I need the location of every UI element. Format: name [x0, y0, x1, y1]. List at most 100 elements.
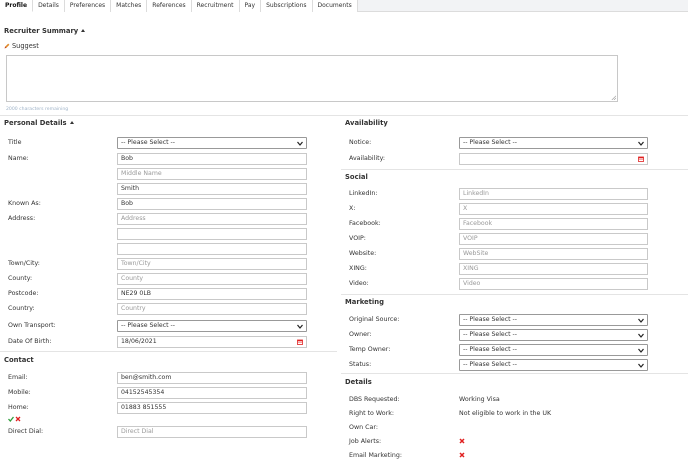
voip-label: VOIP: — [349, 235, 366, 242]
cross-icon[interactable] — [459, 452, 465, 458]
postcode-field[interactable]: NE29 0LB — [117, 288, 307, 300]
mobile-label: Mobile: — [8, 389, 31, 396]
personal-details-heading[interactable]: Personal Details — [4, 119, 74, 127]
pencil-icon — [4, 43, 10, 49]
facebook-field[interactable]: Facebook — [459, 218, 648, 230]
calendar-icon[interactable] — [297, 339, 303, 345]
address-line1-field[interactable]: Address — [117, 213, 307, 225]
temp-owner-label: Temp Owner: — [349, 346, 391, 353]
tab-preferences[interactable]: Preferences — [64, 0, 112, 12]
postcode-label: Postcode: — [8, 290, 39, 297]
known-as-field[interactable]: Bob — [117, 198, 307, 210]
dob-field[interactable]: 18/06/2021 — [117, 336, 307, 348]
address-line2-field[interactable] — [117, 228, 307, 240]
website-field[interactable]: WebSite — [459, 248, 648, 260]
close-icon[interactable] — [15, 416, 21, 422]
right-to-work-label: Right to Work: — [349, 410, 394, 417]
tab-documents[interactable]: Documents — [312, 0, 358, 12]
dob-label: Date Of Birth: — [8, 338, 52, 345]
own-transport-label: Own Transport: — [8, 322, 56, 329]
address-label: Address: — [8, 215, 36, 222]
voip-field[interactable]: VOIP — [459, 233, 648, 245]
tab-details[interactable]: Details — [33, 0, 65, 12]
direct-dial-label: Direct Dial: — [8, 428, 44, 435]
email-field[interactable]: ben@smith.com — [117, 372, 307, 384]
chevron-down-icon — [638, 348, 644, 353]
x-label: X: — [349, 205, 356, 212]
dbs-requested-label: DBS Requested: — [349, 396, 400, 403]
tab-references[interactable]: References — [147, 0, 192, 12]
last-name-field[interactable]: Smith — [117, 183, 307, 195]
status-select[interactable]: -- Please Select -- — [459, 359, 648, 371]
tab-recruitment[interactable]: Recruitment — [191, 0, 240, 12]
linkedin-label: LinkedIn: — [349, 190, 378, 197]
resize-handle-icon[interactable] — [611, 95, 616, 100]
linkedin-field[interactable]: LinkedIn — [459, 188, 648, 200]
country-label: Country: — [8, 305, 35, 312]
tab-profile[interactable]: Profile — [0, 0, 34, 12]
availability-label: Availability: — [349, 155, 385, 162]
chevron-down-icon — [297, 141, 303, 146]
contact-heading: Contact — [4, 356, 34, 364]
owner-select[interactable]: -- Please Select -- — [459, 329, 648, 341]
direct-dial-field[interactable]: Direct Dial — [117, 426, 307, 438]
original-source-select[interactable]: -- Please Select -- — [459, 314, 648, 326]
town-field[interactable]: Town/City — [117, 258, 307, 270]
email-marketing-label: Email Marketing: — [349, 452, 402, 459]
owner-label: Owner: — [349, 331, 372, 338]
tab-bar: Profile Details Preferences Matches Refe… — [0, 0, 688, 12]
status-label: Status: — [349, 361, 372, 368]
notice-label: Notice: — [349, 139, 372, 146]
county-field[interactable]: County — [117, 273, 307, 285]
tab-pay[interactable]: Pay — [239, 0, 262, 12]
divider — [341, 373, 688, 374]
xing-label: XING: — [349, 265, 367, 272]
social-heading: Social — [345, 173, 368, 181]
x-field[interactable]: X — [459, 203, 648, 215]
job-alerts-label: Job Alerts: — [349, 438, 382, 445]
town-label: Town/City: — [8, 260, 40, 267]
temp-owner-select[interactable]: -- Please Select -- — [459, 344, 648, 356]
video-field[interactable]: Video — [459, 278, 648, 290]
recruiter-summary-textarea[interactable] — [6, 55, 618, 102]
chars-remaining: 2000 characters remaining — [6, 107, 69, 112]
title-select[interactable]: -- Please Select -- — [117, 137, 307, 149]
check-icon[interactable] — [8, 416, 14, 422]
first-name-field[interactable]: Bob — [117, 153, 307, 165]
county-label: County: — [8, 275, 33, 282]
collapse-icon — [69, 121, 74, 124]
facebook-label: Facebook: — [349, 220, 381, 227]
xing-field[interactable]: XING — [459, 263, 648, 275]
home-field[interactable]: 01883 851555 — [117, 402, 307, 414]
collapse-icon — [81, 29, 86, 32]
details-heading: Details — [345, 378, 372, 386]
tab-matches[interactable]: Matches — [111, 0, 148, 12]
chevron-down-icon — [638, 333, 644, 338]
availability-date-field[interactable] — [459, 153, 648, 165]
name-label: Name: — [8, 155, 29, 162]
chevron-down-icon — [297, 324, 303, 329]
suggest-button[interactable]: Suggest — [4, 42, 39, 50]
dbs-requested-value: Working Visa — [459, 396, 500, 403]
original-source-label: Original Source: — [349, 316, 400, 323]
home-label: Home: — [8, 404, 29, 411]
email-label: Email: — [8, 374, 28, 381]
recruiter-summary-heading[interactable]: Recruiter Summary — [4, 27, 86, 35]
tab-subscriptions[interactable]: Subscriptions — [261, 0, 313, 12]
mobile-field[interactable]: 04152545354 — [117, 387, 307, 399]
calendar-icon[interactable] — [638, 156, 644, 162]
own-car-label: Own Car: — [349, 424, 378, 431]
chevron-down-icon — [638, 363, 644, 368]
divider — [341, 294, 688, 295]
address-line3-field[interactable] — [117, 243, 307, 255]
cross-icon[interactable] — [459, 438, 465, 444]
video-label: Video: — [349, 280, 369, 287]
middle-name-field[interactable]: Middle Name — [117, 168, 307, 180]
title-label: Title — [8, 139, 22, 146]
website-label: Website: — [349, 250, 377, 257]
notice-select[interactable]: -- Please Select -- — [459, 137, 648, 149]
chevron-down-icon — [638, 141, 644, 146]
known-as-label: Known As: — [8, 200, 41, 207]
country-field[interactable]: Country — [117, 303, 307, 315]
own-transport-select[interactable]: -- Please Select -- — [117, 320, 307, 332]
